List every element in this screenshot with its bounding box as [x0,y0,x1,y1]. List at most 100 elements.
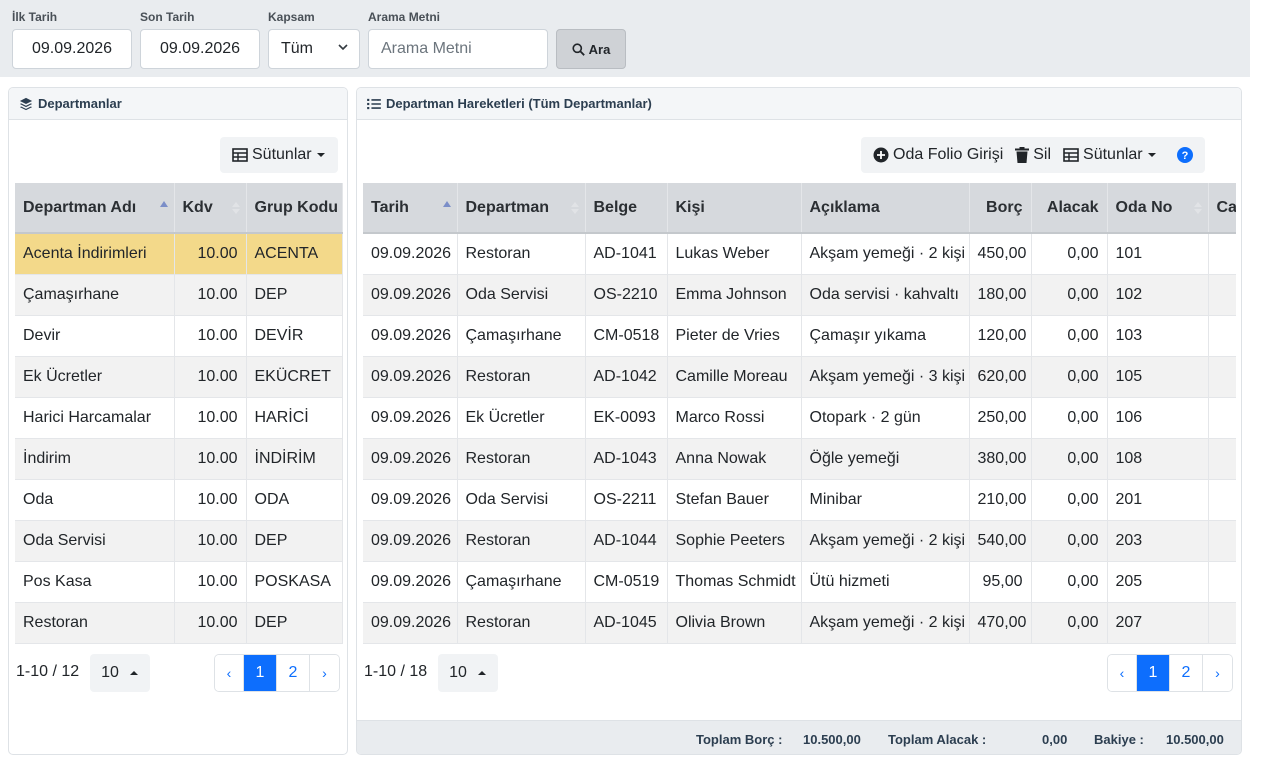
movements-table-viewport[interactable]: Tarih Departman Belge Kişi Açıklama Borç… [363,183,1236,644]
table-row[interactable]: Çamaşırhane 10.00 DEP [15,274,343,316]
cell-truncated [1208,274,1236,316]
movements-range: 1-10 / 18 [364,663,428,680]
movements-columns-button[interactable]: Sütunlar [1063,137,1169,173]
cell-truncated [1208,233,1236,275]
page-2-button[interactable]: 2 [277,655,310,691]
cell-date: 09.09.2026 [363,315,458,357]
page-2-button[interactable]: 2 [1170,655,1203,691]
table-row[interactable]: Oda 10.00 ODA [15,479,343,521]
svg-text:?: ? [1181,150,1188,162]
table-row[interactable]: Oda Servisi 10.00 DEP [15,520,343,562]
table-row[interactable]: Restoran 10.00 DEP [15,602,343,644]
departments-title: Departmanlar [38,96,122,111]
col-header-department-name[interactable]: Departman Adı [15,183,175,234]
help-button[interactable]: ? [1169,137,1205,173]
col-header-credit[interactable]: Alacak [1031,183,1108,234]
cell-kdv: 10.00 [174,438,247,480]
cell-department: Restoran [457,602,586,644]
cell-kdv: 10.00 [174,356,247,398]
cell-date: 09.09.2026 [363,479,458,521]
departments-header-row: Departman Adı Kdv Grup Kodu [15,183,343,234]
cell-description: Akşam yemeği · 3 kişi [801,356,970,398]
col-header-date[interactable]: Tarih [363,183,458,234]
page-1-button[interactable]: 1 [244,655,277,691]
table-row[interactable]: Acenta İndirimleri 10.00 ACENTA [15,233,343,275]
movements-header: Departman Hareketleri (Tüm Departmanlar) [357,88,1241,120]
page-1-button[interactable]: 1 [1137,655,1170,691]
table-row[interactable]: 09.09.2026 Çamaşırhane CM-0518 Pieter de Vr… [363,315,1236,357]
table-row[interactable]: İndirim 10.00 İNDİRİM [15,438,343,480]
search-input[interactable] [368,29,548,69]
col-header-room-no[interactable]: Oda No [1107,183,1209,234]
caret-up-icon [477,671,486,675]
room-folio-entry-button[interactable]: Oda Folio Girişi [861,137,1015,173]
table-row[interactable]: Harici Harcamalar 10.00 HARİCİ [15,397,343,439]
departments-page-size[interactable]: 10 [90,654,150,692]
cell-document: EK-0093 [585,397,668,439]
next-page-button[interactable]: › [1203,655,1232,691]
search-icon [572,42,585,56]
table-row[interactable]: 09.09.2026 Ek Ücretler EK-0093 Marco Rossi O… [363,397,1236,439]
cell-date: 09.09.2026 [363,356,458,398]
col-header-document[interactable]: Belge [585,183,668,234]
end-date-input[interactable]: 09.09.2026 [140,29,260,69]
cell-date: 09.09.2026 [363,438,458,480]
col-header-group-code[interactable]: Grup Kodu [246,183,343,234]
search-button[interactable]: Ara [556,29,626,69]
delete-button[interactable]: Sil [1015,137,1063,173]
total-debit-label: Toplam Borç : [696,732,783,747]
cell-debit: 380,00 [969,438,1032,480]
cell-description: Akşam yemeği · 2 kişi [801,233,970,275]
table-row[interactable]: Pos Kasa 10.00 POSKASA [15,561,343,603]
start-date-input[interactable]: 09.09.2026 [12,29,132,69]
cell-description: Ütü hizmeti [801,561,970,603]
cell-person: Camille Moreau [667,356,802,398]
table-row[interactable]: 09.09.2026 Oda Servisi OS-2210 Emma Johnson… [363,274,1236,316]
cell-department: Ek Ücretler [457,397,586,439]
cell-kdv: 10.00 [174,315,247,357]
table-row[interactable]: 09.09.2026 Restoran AD-1043 Anna Nowak Öğle … [363,438,1236,480]
cell-description: Akşam yemeği · 2 kişi [801,520,970,562]
departments-columns-button[interactable]: Sütunlar [220,137,338,173]
cell-truncated [1208,438,1236,480]
cell-group-code: EKÜCRET [246,356,343,398]
col-header-department[interactable]: Departman [457,183,586,234]
next-page-button[interactable]: › [310,655,339,691]
table-row[interactable]: 09.09.2026 Oda Servisi OS-2211 Stefan Bauer… [363,479,1236,521]
table-icon [1063,148,1079,162]
movements-table: Tarih Departman Belge Kişi Açıklama Borç… [363,183,1236,644]
cell-debit: 95,00 [969,561,1032,603]
cell-truncated [1208,602,1236,644]
col-header-kdv[interactable]: Kdv [174,183,247,234]
search-field: Arama Metni [368,10,548,69]
cell-group-code: HARİCİ [246,397,343,439]
scope-field: Kapsam Tüm [268,10,360,69]
departments-columns-label: Sütunlar [252,146,312,163]
cell-truncated [1208,356,1236,398]
cell-room-no: 201 [1107,479,1209,521]
cell-debit: 540,00 [969,520,1032,562]
movements-page-size[interactable]: 10 [438,654,498,692]
table-row[interactable]: 09.09.2026 Restoran AD-1044 Sophie Peeters A… [363,520,1236,562]
table-row[interactable]: Ek Ücretler 10.00 EKÜCRET [15,356,343,398]
scope-label: Kapsam [268,10,315,24]
col-header-description[interactable]: Açıklama [801,183,970,234]
prev-page-button[interactable]: ‹ [1108,655,1137,691]
cell-kdv: 10.00 [174,602,247,644]
col-header-debit[interactable]: Borç [969,183,1032,234]
table-row[interactable]: 09.09.2026 Restoran AD-1041 Lukas Weber Akşa… [363,233,1236,275]
sort-icon [1193,202,1202,214]
table-row[interactable]: 09.09.2026 Restoran AD-1045 Olivia Brown Akş… [363,602,1236,644]
col-header-person[interactable]: Kişi [667,183,802,234]
prev-page-button[interactable]: ‹ [215,655,244,691]
cell-truncated [1208,561,1236,603]
movements-header-row: Tarih Departman Belge Kişi Açıklama Borç… [363,183,1236,234]
total-debit-value: 10.500,00 [803,732,861,747]
col-header-truncated[interactable]: Ca [1208,183,1236,234]
total-credit-label: Toplam Alacak : [888,732,987,747]
cell-person: Olivia Brown [667,602,802,644]
cell-date: 09.09.2026 [363,602,458,644]
table-row[interactable]: 09.09.2026 Çamaşırhane CM-0519 Thomas Schmi… [363,561,1236,603]
table-row[interactable]: 09.09.2026 Restoran AD-1042 Camille Moreau A… [363,356,1236,398]
table-row[interactable]: Devir 10.00 DEVİR [15,315,343,357]
